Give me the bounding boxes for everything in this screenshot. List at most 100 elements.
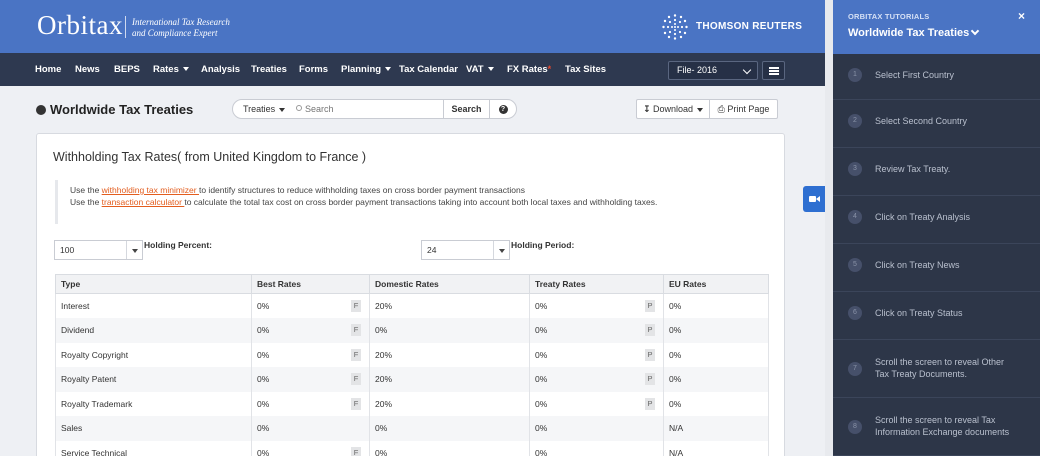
rate-source-badge[interactable]: P (645, 373, 655, 385)
caret-down-icon (182, 67, 189, 72)
holding-period-select[interactable]: 24 (421, 240, 510, 260)
treaties-dropdown[interactable]: Treaties (232, 99, 292, 119)
search-input[interactable] (305, 101, 435, 117)
cell-treaty-rate: 0% P (529, 367, 664, 392)
print-page-button[interactable]: ⎙ Print Page (709, 99, 778, 119)
file-year-select[interactable]: File- 2016 (668, 61, 758, 80)
rate-source-badge[interactable]: F (351, 300, 361, 312)
nav-item-news[interactable]: News (75, 53, 100, 86)
logo-divider (125, 16, 126, 38)
tutorial-panel-header: ORBITAX TUTORIALS Worldwide Tax Treaties… (833, 0, 1040, 54)
new-star-icon: * (547, 64, 552, 74)
nav-item-tax-calendar[interactable]: Tax Calendar (399, 53, 458, 86)
rate-source-badge[interactable]: F (351, 373, 361, 385)
rate-source-badge[interactable]: F (351, 397, 361, 410)
cell-eu-rate: 0% (663, 391, 769, 416)
caret-down-icon (697, 107, 704, 112)
question-icon: ? (498, 105, 508, 115)
nav-item-tax-sites[interactable]: Tax Sites (565, 53, 606, 86)
tutorial-step[interactable]: 4 Click on Treaty Analysis (833, 196, 1040, 244)
rate-source-badge[interactable]: F (351, 348, 361, 361)
cell-domestic-rate: 0% (369, 440, 530, 456)
cell-type: Interest (55, 293, 252, 318)
help-button[interactable]: ? (489, 99, 517, 119)
tutorial-step[interactable]: 8 Scroll the screen to reveal Tax Informa… (833, 398, 1040, 456)
nav-item-rates[interactable]: Rates (153, 53, 189, 86)
step-text: Review Tax Treaty. (875, 164, 951, 174)
rate-source-badge[interactable]: P (645, 348, 655, 361)
chevron-down-icon[interactable] (970, 26, 980, 36)
thomson-reuters-globe-icon (662, 14, 688, 40)
cell-treaty-rate: 0% P (529, 318, 664, 343)
tutorial-step[interactable]: 2 Select Second Country (833, 100, 1040, 148)
cell-domestic-rate: 20% (369, 293, 530, 318)
cell-eu-rate: 0% (663, 293, 769, 318)
printer-icon: ⎙ (717, 104, 725, 114)
tool-note: Use the withholding tax minimizer to ide… (55, 180, 755, 224)
cell-type: Dividend (55, 318, 252, 343)
video-camera-icon (809, 196, 816, 202)
search-button[interactable]: Search (443, 99, 490, 119)
rate-source-badge[interactable]: F (351, 324, 361, 336)
menu-list-button[interactable] (762, 61, 785, 80)
tutorial-step[interactable]: 1 Select First Country (833, 54, 1040, 100)
tutorial-title[interactable]: Worldwide Tax Treaties (848, 27, 969, 39)
cell-best-rate: 0% F (251, 391, 370, 416)
tutorial-step[interactable]: 5 Click on Treaty News (833, 244, 1040, 292)
cell-eu-rate: 0% (663, 318, 769, 343)
file-year-value: File- 2016 (677, 65, 718, 75)
search-icon (296, 105, 302, 111)
step-text: Select First Country (875, 70, 955, 80)
rate-source-badge[interactable]: F (351, 446, 361, 456)
table-header-row: Type Best Rates Domestic Rates Treaty Ra… (55, 274, 769, 294)
download-button[interactable]: ↧ Download (636, 99, 710, 119)
nav-item-home[interactable]: Home (35, 53, 61, 86)
step-number: 4 (848, 210, 862, 224)
tagline-line-2: and Compliance Expert (132, 28, 218, 38)
download-icon: ↧ (642, 104, 651, 114)
video-tutorial-button[interactable] (803, 186, 825, 212)
table-row: Royalty Patent 0% F 20% 0% P 0% (55, 367, 769, 392)
orbitax-logo[interactable]: Orbitax (37, 10, 123, 41)
holding-period-label: Holding Period: (511, 240, 575, 250)
table-row: Service Technical 0% F 0% 0% N/A (55, 440, 769, 456)
cell-domestic-rate: 0% (369, 416, 530, 441)
col-best-rates: Best Rates (251, 274, 370, 294)
nav-item-beps[interactable]: BEPS (114, 53, 140, 86)
table-row: Dividend 0% F 0% 0% P 0% (55, 318, 769, 343)
cell-type: Royalty Trademark (55, 391, 252, 416)
withholding-tax-minimizer-link[interactable]: withholding tax minimizer (102, 185, 199, 195)
rate-source-badge[interactable]: P (645, 397, 655, 410)
cell-eu-rate: N/A (663, 440, 769, 456)
rate-source-badge[interactable]: P (645, 324, 655, 336)
tutorial-step[interactable]: 3 Review Tax Treaty. (833, 148, 1040, 196)
cell-eu-rate: N/A (663, 416, 769, 441)
rate-source-badge[interactable]: P (645, 300, 655, 312)
nav-item-treaties[interactable]: Treaties (251, 53, 287, 86)
cell-domestic-rate: 20% (369, 342, 530, 367)
cell-treaty-rate: 0% (529, 440, 664, 456)
cell-best-rate: 0% F (251, 293, 370, 318)
page-title: Worldwide Tax Treaties (50, 102, 194, 117)
nav-item-analysis[interactable]: Analysis (201, 53, 240, 86)
caret-down-icon (126, 241, 142, 259)
step-number: 3 (848, 162, 862, 176)
cell-type: Royalty Copyright (55, 342, 252, 367)
cell-treaty-rate: 0% P (529, 391, 664, 416)
col-treaty-rates: Treaty Rates (529, 274, 664, 294)
close-icon[interactable]: × (1018, 9, 1025, 23)
nav-item-forms[interactable]: Forms (299, 53, 328, 86)
transaction-calculator-link[interactable]: transaction calculator (102, 197, 185, 207)
nav-item-fx-rates[interactable]: FX Rates* (507, 53, 551, 86)
step-number: 1 (848, 68, 862, 82)
nav-item-vat[interactable]: VAT (466, 53, 494, 86)
tutorial-step[interactable]: 7 Scroll the screen to reveal Other Tax T… (833, 340, 1040, 398)
tagline-line-1: International Tax Research (132, 17, 230, 27)
step-text: Select Second Country (875, 116, 968, 126)
table-row: Sales 0% 0% 0% N/A (55, 416, 769, 441)
holding-percent-select[interactable]: 100 (54, 240, 143, 260)
nav-item-planning[interactable]: Planning (341, 53, 392, 86)
step-number: 2 (848, 114, 862, 128)
tutorial-step[interactable]: 6 Click on Treaty Status (833, 292, 1040, 340)
cell-best-rate: 0% (251, 416, 370, 441)
